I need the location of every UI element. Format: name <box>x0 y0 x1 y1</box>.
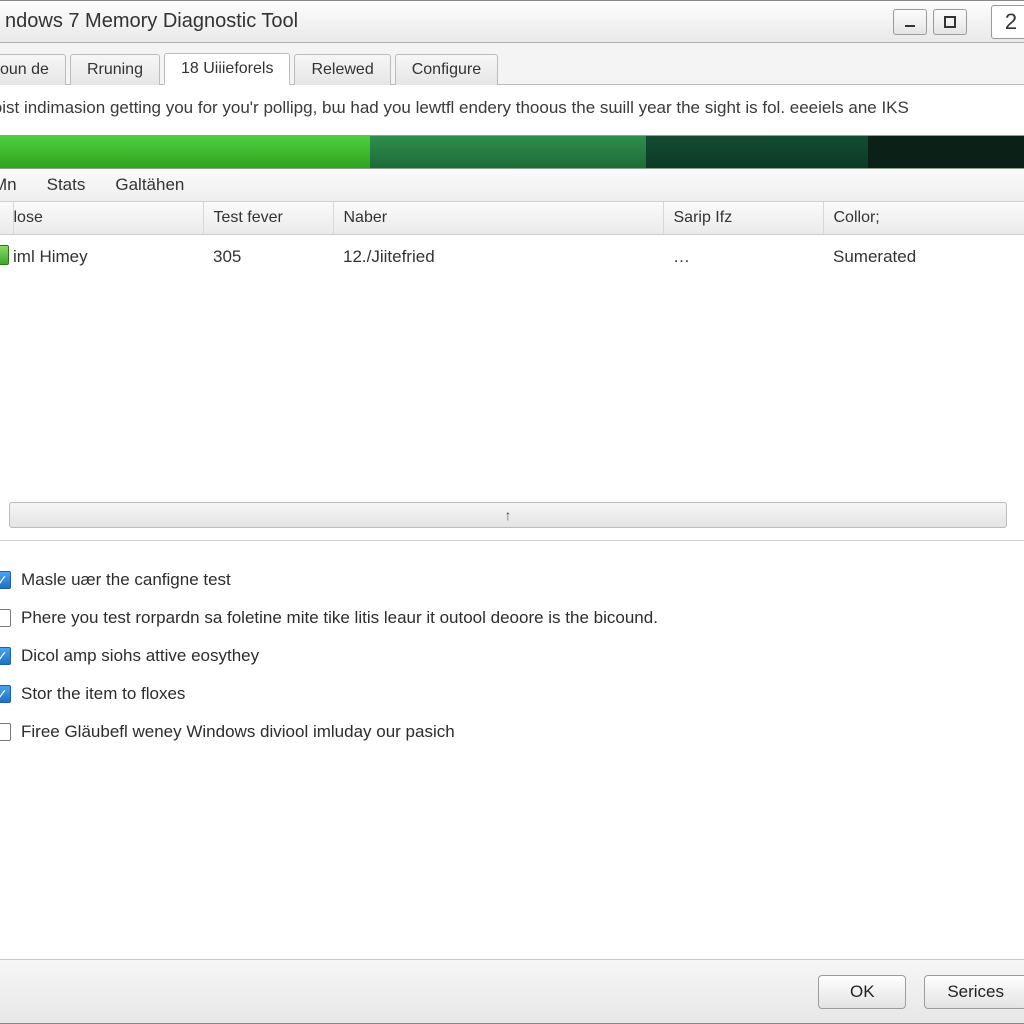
col-3[interactable]: Sarip Ifz <box>663 202 823 235</box>
tab-4-label: Configure <box>412 61 481 78</box>
cell-sarip: … <box>663 234 823 280</box>
divider <box>0 540 1024 541</box>
description-text: loist indimasion getting you for you'r p… <box>0 85 1024 127</box>
checkbox-0[interactable] <box>0 571 11 589</box>
results-table-wrap: lose Test fever Naber Sarip Ifz Collor; … <box>0 202 1024 502</box>
tab-1-label: Rruning <box>87 61 143 78</box>
minimize-button[interactable] <box>893 9 927 35</box>
tab-0-label: oun de <box>0 61 49 78</box>
tab-3[interactable]: Relewed <box>294 54 390 85</box>
progress-seg-2 <box>370 136 645 168</box>
cell-collor: Sumerated <box>823 234 1024 280</box>
tab-2[interactable]: 18 Uiiieforels <box>164 53 290 85</box>
tab-4[interactable]: Configure <box>395 54 498 85</box>
checkbox-2[interactable] <box>0 647 11 665</box>
progress-seg-4 <box>868 136 1024 168</box>
option-0[interactable]: Masle uær the canfigne test <box>0 561 1023 599</box>
table-row[interactable]: iml Himey 305 12./Jiitefried … Sumerated <box>0 234 1024 280</box>
option-1-label: Phere you test rorpardn sa foletine mite… <box>21 608 658 628</box>
titlebar: ndows 7 Memory Diagnostic Tool 2 <box>0 1 1024 43</box>
option-2-label: Dicol amp siohs attive eosythey <box>21 646 259 666</box>
option-4-label: Firee Gläubefl weney Windows diviool iml… <box>21 722 455 742</box>
option-3-label: Stor the item to floxes <box>21 684 185 704</box>
window-controls: 2 <box>893 5 1024 39</box>
window-root: ndows 7 Memory Diagnostic Tool 2 oun de … <box>0 0 1024 1024</box>
submenu-item-2[interactable]: Galtähen <box>115 175 184 195</box>
doc-green-icon <box>0 245 9 265</box>
option-3[interactable]: Stor the item to floxes <box>0 675 1023 713</box>
col-1[interactable]: Test fever <box>203 202 333 235</box>
cell-testfever: 305 <box>203 234 333 280</box>
ok-button-label: OK <box>850 982 875 1001</box>
ok-button[interactable]: OK <box>818 975 906 1009</box>
tab-2-label: 18 Uiiieforels <box>181 60 273 77</box>
checkbox-4[interactable] <box>0 723 11 741</box>
maximize-icon <box>944 16 956 28</box>
tab-1[interactable]: Rruning <box>70 54 160 85</box>
maximize-button[interactable] <box>933 9 967 35</box>
checkbox-1[interactable] <box>0 609 11 627</box>
tab-0[interactable]: oun de <box>0 54 66 85</box>
option-4[interactable]: Firee Gläubefl weney Windows diviool iml… <box>0 713 1023 751</box>
cell-naber: 12./Jiitefried <box>333 234 663 280</box>
progress-bar <box>0 135 1024 169</box>
checkbox-3[interactable] <box>0 685 11 703</box>
progress-seg-3 <box>646 136 868 168</box>
extra-button[interactable]: 2 <box>991 5 1024 39</box>
col-icon[interactable] <box>0 202 13 235</box>
window-title: ndows 7 Memory Diagnostic Tool <box>5 10 893 33</box>
footer-bar: OK Serices <box>0 959 1024 1023</box>
secondary-button-label: Serices <box>947 982 1004 1001</box>
cell-name: iml Himey <box>13 234 203 280</box>
option-2[interactable]: Dicol amp siohs attive eosythey <box>0 637 1023 675</box>
progress-seg-1 <box>0 136 370 168</box>
submenu-item-0[interactable]: Mn <box>0 175 17 195</box>
option-1[interactable]: Phere you test rorpardn sa foletine mite… <box>0 599 1023 637</box>
col-0[interactable]: lose <box>13 202 203 235</box>
table-header-row: lose Test fever Naber Sarip Ifz Collor; <box>0 202 1024 235</box>
submenu-bar: Mn Stats Galtähen <box>0 169 1024 202</box>
options-panel: Masle uær the canfigne test Phere you te… <box>0 551 1024 761</box>
option-0-label: Masle uær the canfigne test <box>21 570 231 590</box>
tab-3-label: Relewed <box>311 61 373 78</box>
scroll-up-icon: ↑ <box>505 507 512 523</box>
secondary-button[interactable]: Serices <box>924 975 1024 1009</box>
minimize-icon <box>904 16 916 28</box>
results-table: lose Test fever Naber Sarip Ifz Collor; … <box>0 202 1024 280</box>
col-4[interactable]: Collor; <box>823 202 1024 235</box>
horizontal-scrollbar[interactable]: ↑ <box>9 502 1007 528</box>
extra-button-label: 2 <box>1005 9 1017 35</box>
submenu-item-1[interactable]: Stats <box>47 175 86 195</box>
col-2[interactable]: Naber <box>333 202 663 235</box>
tab-strip: oun de Rruning 18 Uiiieforels Relewed Co… <box>0 43 1024 85</box>
